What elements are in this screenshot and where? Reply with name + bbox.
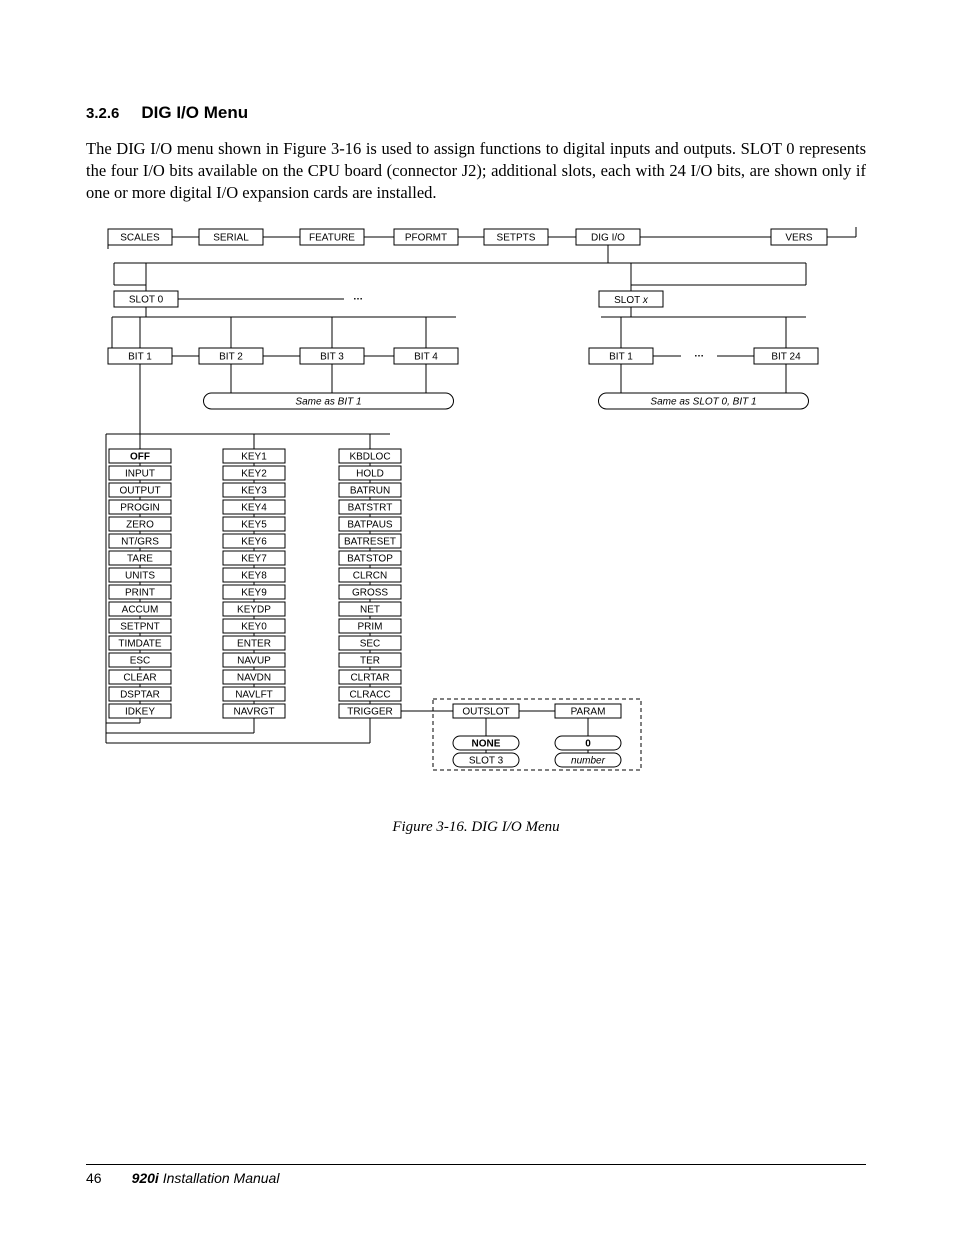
svg-text:Same as BIT 1: Same as BIT 1 <box>295 396 361 407</box>
svg-text:ZERO: ZERO <box>126 519 154 530</box>
svg-text:CLRACC: CLRACC <box>349 689 390 700</box>
footer-page-number: 46 <box>86 1171 102 1185</box>
svg-text:BIT 3: BIT 3 <box>320 351 344 362</box>
svg-text:SLOT x: SLOT x <box>614 294 649 305</box>
svg-text:NAVUP: NAVUP <box>237 655 271 666</box>
svg-text:ACCUM: ACCUM <box>122 604 159 615</box>
svg-text:CLRTAR: CLRTAR <box>350 672 389 683</box>
svg-text:SETPNT: SETPNT <box>120 621 159 632</box>
svg-text:KEYDP: KEYDP <box>237 604 271 615</box>
svg-text:KEY8: KEY8 <box>241 570 267 581</box>
footer-title: 920i Installation Manual <box>132 1171 280 1185</box>
svg-text:BIT 2: BIT 2 <box>219 351 243 362</box>
svg-text:OUTPUT: OUTPUT <box>119 485 160 496</box>
svg-text:DSPTAR: DSPTAR <box>120 689 160 700</box>
svg-text:GROSS: GROSS <box>352 587 388 598</box>
svg-text:SERIAL: SERIAL <box>213 232 249 243</box>
svg-text:KEY6: KEY6 <box>241 536 267 547</box>
svg-text:OFF: OFF <box>130 451 150 462</box>
figure-caption: Figure 3-16. DIG I/O Menu <box>86 820 866 835</box>
svg-text:ESC: ESC <box>130 655 151 666</box>
svg-text:NAVLFT: NAVLFT <box>235 689 273 700</box>
svg-text:KEY7: KEY7 <box>241 553 267 564</box>
svg-text:…: … <box>353 291 363 302</box>
svg-text:BIT 24: BIT 24 <box>771 351 801 362</box>
svg-text:INPUT: INPUT <box>125 468 155 479</box>
svg-text:NONE: NONE <box>472 738 501 749</box>
svg-text:SETPTS: SETPTS <box>497 232 536 243</box>
svg-text:BIT 1: BIT 1 <box>609 351 633 362</box>
svg-text:BIT 4: BIT 4 <box>414 351 438 362</box>
svg-text:SEC: SEC <box>360 638 381 649</box>
section-number: 3.2.6 <box>86 106 119 121</box>
svg-text:PFORMT: PFORMT <box>405 232 447 243</box>
svg-text:KEY5: KEY5 <box>241 519 267 530</box>
svg-text:KEY4: KEY4 <box>241 502 267 513</box>
svg-text:BATRESET: BATRESET <box>344 536 396 547</box>
svg-text:CLRCN: CLRCN <box>353 570 387 581</box>
svg-text:PARAM: PARAM <box>571 706 606 717</box>
svg-text:HOLD: HOLD <box>356 468 384 479</box>
svg-text:BATSTRT: BATSTRT <box>348 502 393 513</box>
svg-text:NET: NET <box>360 604 380 615</box>
svg-text:BATPAUS: BATPAUS <box>347 519 393 530</box>
svg-text:KEY1: KEY1 <box>241 451 267 462</box>
section-heading: 3.2.6 DIG I/O Menu <box>86 104 866 121</box>
svg-text:BATRUN: BATRUN <box>350 485 390 496</box>
svg-text:PROGIN: PROGIN <box>120 502 159 513</box>
svg-text:DIG I/O: DIG I/O <box>591 232 625 243</box>
svg-text:CLEAR: CLEAR <box>123 672 156 683</box>
svg-text:KEY3: KEY3 <box>241 485 267 496</box>
svg-text:FEATURE: FEATURE <box>309 232 355 243</box>
svg-text:0: 0 <box>585 738 591 749</box>
svg-text:UNITS: UNITS <box>125 570 155 581</box>
svg-text:TER: TER <box>360 655 380 666</box>
svg-text:TRIGGER: TRIGGER <box>347 706 393 717</box>
svg-text:…: … <box>694 348 704 359</box>
svg-text:ENTER: ENTER <box>237 638 271 649</box>
svg-text:NAVDN: NAVDN <box>237 672 271 683</box>
dig-io-menu-diagram: SCALES SERIAL FEATURE PFORMT SETPTS DIG I/O VE… <box>86 221 866 806</box>
svg-text:SLOT 0: SLOT 0 <box>129 294 164 305</box>
svg-text:KEY2: KEY2 <box>241 468 267 479</box>
svg-text:VERS: VERS <box>785 232 813 243</box>
svg-text:TARE: TARE <box>127 553 153 564</box>
svg-text:SCALES: SCALES <box>120 232 160 243</box>
svg-text:NAVRGT: NAVRGT <box>234 706 275 717</box>
svg-text:TIMDATE: TIMDATE <box>118 638 161 649</box>
svg-text:BATSTOP: BATSTOP <box>347 553 393 564</box>
page-footer: 46 920i Installation Manual <box>86 1164 866 1185</box>
svg-text:NT/GRS: NT/GRS <box>121 536 159 547</box>
svg-text:PRINT: PRINT <box>125 587 155 598</box>
body-paragraph: The DIG I/O menu shown in Figure 3-16 is… <box>86 138 866 205</box>
svg-text:KBDLOC: KBDLOC <box>349 451 390 462</box>
svg-text:OUTSLOT: OUTSLOT <box>462 706 509 717</box>
svg-text:PRIM: PRIM <box>358 621 383 632</box>
svg-text:KEY0: KEY0 <box>241 621 267 632</box>
svg-text:Same as SLOT 0, BIT 1: Same as SLOT 0, BIT 1 <box>650 396 756 407</box>
svg-text:KEY9: KEY9 <box>241 587 267 598</box>
section-title: DIG I/O Menu <box>141 104 248 121</box>
svg-text:BIT 1: BIT 1 <box>128 351 152 362</box>
svg-text:SLOT 3: SLOT 3 <box>469 755 504 766</box>
svg-text:number: number <box>571 755 606 766</box>
svg-text:IDKEY: IDKEY <box>125 706 155 717</box>
